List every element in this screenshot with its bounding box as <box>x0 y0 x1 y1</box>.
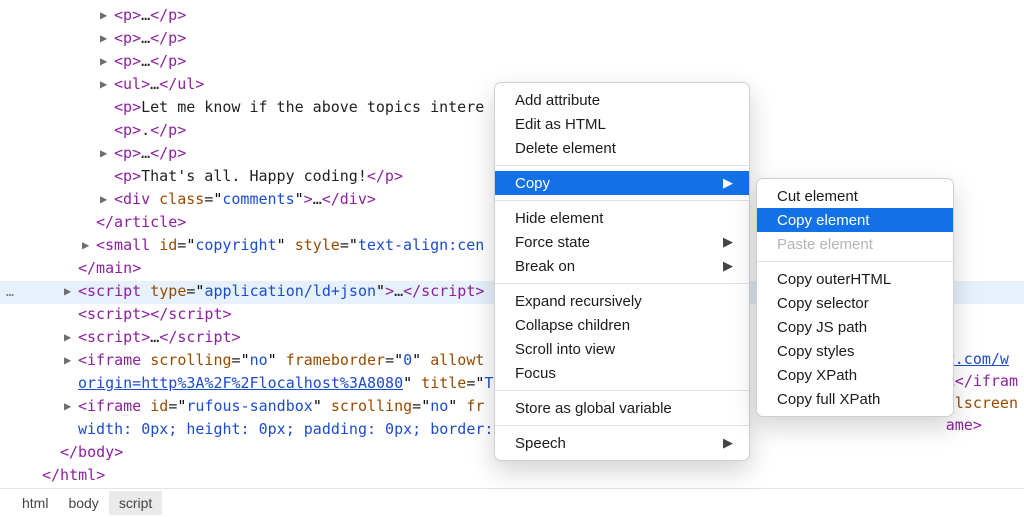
submenu-copy-xpath[interactable]: Copy XPath <box>757 363 953 387</box>
breadcrumb-body[interactable]: body <box>58 491 108 515</box>
dom-node: ▶<p>…</p> <box>0 4 1024 27</box>
menu-break-on[interactable]: Break on▶ <box>495 254 749 278</box>
menu-separator <box>495 200 749 201</box>
menu-collapse-children[interactable]: Collapse children <box>495 313 749 337</box>
cutoff-fragments: r.com/w …</ifram llscreen ame> <box>946 348 1018 436</box>
expand-caret-icon[interactable]: ▶ <box>100 4 110 26</box>
submenu-paste-element: Paste element <box>757 232 953 256</box>
submenu-copy-outerhtml[interactable]: Copy outerHTML <box>757 267 953 291</box>
menu-add-attribute[interactable]: Add attribute <box>495 88 749 112</box>
expand-caret-icon[interactable]: ▶ <box>64 395 74 417</box>
chevron-right-icon: ▶ <box>723 234 733 250</box>
breadcrumb-html[interactable]: html <box>12 491 58 515</box>
no-caret <box>28 464 38 486</box>
no-caret <box>64 257 74 279</box>
menu-hide-element[interactable]: Hide element <box>495 206 749 230</box>
breadcrumb[interactable]: html body script <box>0 488 1024 517</box>
expand-caret-icon[interactable]: ▶ <box>100 188 110 210</box>
expand-caret-icon[interactable]: ▶ <box>100 50 110 72</box>
no-caret <box>100 119 110 141</box>
expand-caret-icon[interactable]: ▶ <box>100 73 110 95</box>
submenu-copy-full-xpath[interactable]: Copy full XPath <box>757 387 953 411</box>
expand-caret-icon[interactable]: ▶ <box>82 234 92 256</box>
expand-caret-icon[interactable]: ▶ <box>100 27 110 49</box>
no-caret <box>46 441 56 463</box>
dom-node: ▶<p>…</p> <box>0 50 1024 73</box>
menu-copy[interactable]: Copy▶ <box>495 171 749 195</box>
expand-caret-icon[interactable]: ▶ <box>64 280 74 302</box>
menu-speech[interactable]: Speech▶ <box>495 431 749 455</box>
no-caret <box>82 211 92 233</box>
menu-separator <box>495 165 749 166</box>
menu-delete-element[interactable]: Delete element <box>495 136 749 160</box>
context-submenu-copy[interactable]: Cut element Copy element Paste element C… <box>756 178 954 417</box>
submenu-copy-styles[interactable]: Copy styles <box>757 339 953 363</box>
menu-separator <box>495 390 749 391</box>
chevron-right-icon: ▶ <box>723 258 733 274</box>
submenu-copy-selector[interactable]: Copy selector <box>757 291 953 315</box>
dom-node: ▶<p>…</p> <box>0 27 1024 50</box>
chevron-right-icon: ▶ <box>723 435 733 451</box>
menu-force-state[interactable]: Force state▶ <box>495 230 749 254</box>
menu-focus[interactable]: Focus <box>495 361 749 385</box>
submenu-copy-js-path[interactable]: Copy JS path <box>757 315 953 339</box>
context-menu[interactable]: Add attribute Edit as HTML Delete elemen… <box>494 82 750 461</box>
submenu-copy-element[interactable]: Copy element <box>757 208 953 232</box>
menu-separator <box>495 283 749 284</box>
expand-caret-icon[interactable]: ▶ <box>100 142 110 164</box>
menu-store-as-global[interactable]: Store as global variable <box>495 396 749 420</box>
no-caret <box>64 418 74 440</box>
submenu-cut-element[interactable]: Cut element <box>757 184 953 208</box>
menu-expand-recursively[interactable]: Expand recursively <box>495 289 749 313</box>
menu-separator <box>757 261 953 262</box>
no-caret <box>64 303 74 325</box>
breadcrumb-script[interactable]: script <box>109 491 162 515</box>
chevron-right-icon: ▶ <box>723 175 733 191</box>
menu-separator <box>495 425 749 426</box>
no-caret <box>64 372 74 394</box>
no-caret <box>100 96 110 118</box>
dom-node: </html> <box>0 464 1024 487</box>
expand-caret-icon[interactable]: ▶ <box>64 326 74 348</box>
expand-caret-icon[interactable]: ▶ <box>64 349 74 371</box>
menu-scroll-into-view[interactable]: Scroll into view <box>495 337 749 361</box>
no-caret <box>100 165 110 187</box>
devtools-elements-panel: … ▶<p>…</p> ▶<p>…</p> ▶<p>…</p> ▶<ul>…</… <box>0 0 1024 517</box>
gutter-ellipsis: … <box>6 281 14 304</box>
menu-edit-as-html[interactable]: Edit as HTML <box>495 112 749 136</box>
